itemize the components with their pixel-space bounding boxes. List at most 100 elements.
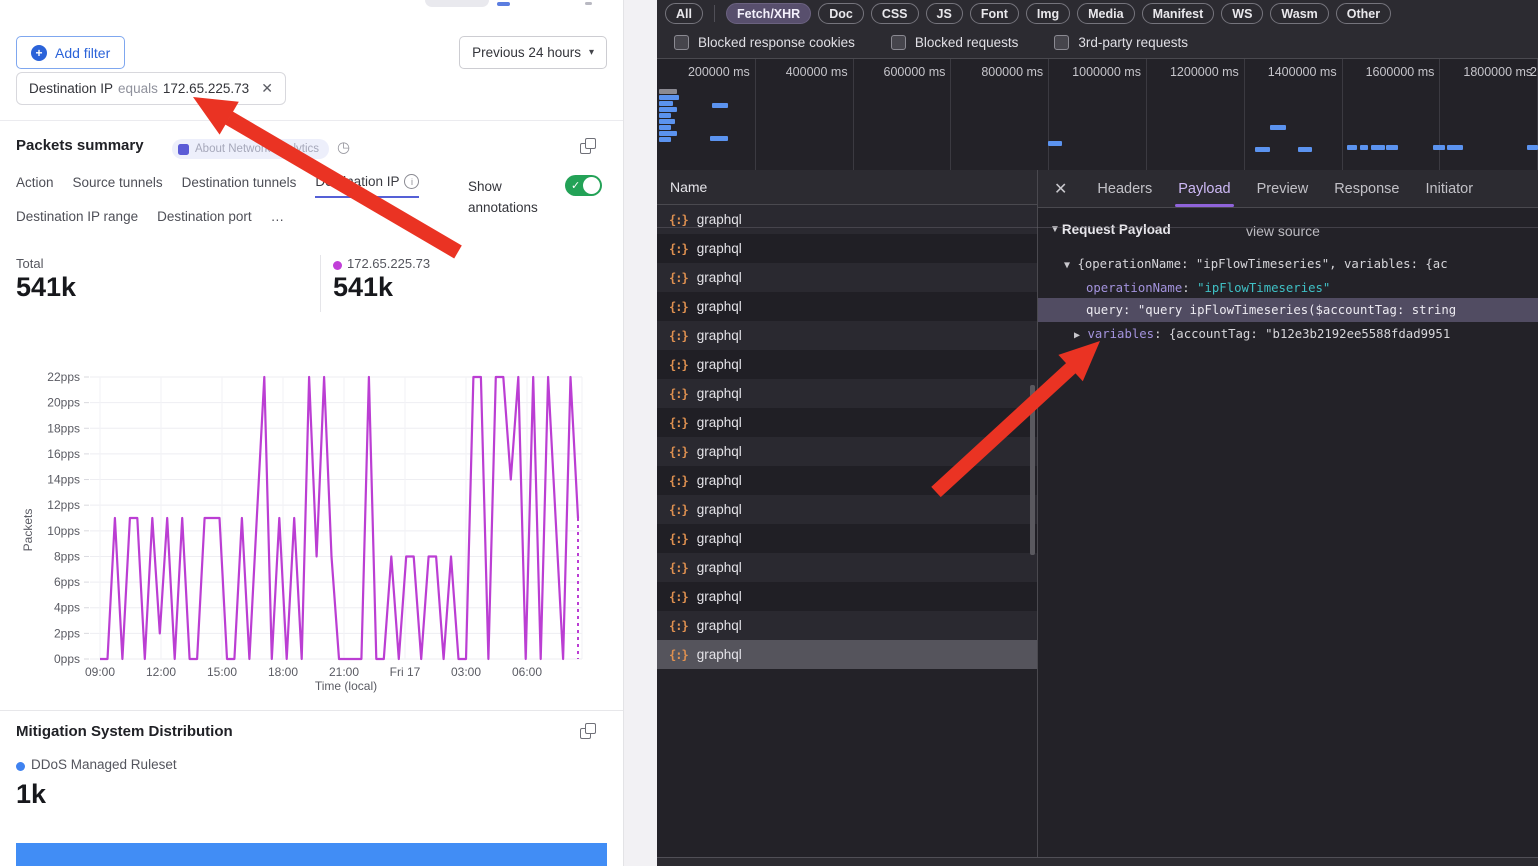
filter-pill-other[interactable]: Other <box>1336 3 1391 24</box>
mitigation-legend-label: DDoS Managed Ruleset <box>31 757 177 772</box>
detail-tab-initiator[interactable]: Initiator <box>1426 170 1474 207</box>
about-network-analytics-badge[interactable]: About Network Analytics <box>172 139 329 159</box>
svg-text:18pps: 18pps <box>47 421 80 435</box>
timeline-request-mark <box>1433 145 1445 150</box>
analytics-panel: All traffic + Add filter Previous 24 hou… <box>0 0 623 866</box>
network-overview-timeline[interactable]: 2 200000 ms400000 ms600000 ms800000 ms10… <box>657 59 1538 171</box>
stat-ip-label: 172.65.225.73 <box>347 256 430 271</box>
tab-action[interactable]: Action <box>16 174 54 198</box>
request-payload-section[interactable]: ▼Request Payload <box>1050 222 1171 237</box>
mitigation-legend-dot <box>16 762 25 771</box>
svg-text:22pps: 22pps <box>47 370 80 384</box>
checkbox-blocked-requests[interactable]: Blocked requests <box>891 35 1019 50</box>
remove-filter-icon[interactable]: ✕ <box>261 80 273 97</box>
json-braces-icon: {:} <box>669 590 688 604</box>
add-filter-label: Add filter <box>55 45 110 61</box>
request-row-graphql-1[interactable]: {:}graphql <box>657 234 1037 263</box>
filter-pill-fetch-xhr[interactable]: Fetch/XHR <box>726 3 811 24</box>
timeline-request-mark <box>1360 145 1368 150</box>
tab-destination-port[interactable]: Destination port <box>157 209 252 231</box>
request-row-graphql-5[interactable]: {:}graphql <box>657 350 1037 379</box>
request-row-graphql-4[interactable]: {:}graphql <box>657 321 1037 350</box>
request-list-header[interactable]: Name <box>657 170 1037 205</box>
svg-text:2pps: 2pps <box>54 626 80 640</box>
svg-text:10pps: 10pps <box>47 524 80 538</box>
filter-pill-all[interactable]: All <box>665 3 703 24</box>
json-braces-icon: {:} <box>669 532 688 546</box>
svg-text:12:00: 12:00 <box>146 665 176 679</box>
checkbox-3rd-party-requests[interactable]: 3rd-party requests <box>1054 35 1188 50</box>
filter-pill-ws[interactable]: WS <box>1221 3 1263 24</box>
filter-pill-font[interactable]: Font <box>970 3 1019 24</box>
divider <box>320 255 321 312</box>
request-row-graphql-12[interactable]: {:}graphql <box>657 553 1037 582</box>
request-row-graphql-14[interactable]: {:}graphql <box>657 611 1037 640</box>
filter-chip[interactable]: Destination IP equals 172.65.225.73 ✕ <box>16 72 286 105</box>
close-icon[interactable]: ✕ <box>1054 179 1067 199</box>
stat-total-value: 541k <box>16 272 76 303</box>
scrollbar-thumb[interactable] <box>1030 385 1035 555</box>
svg-text:21:00: 21:00 <box>329 665 359 679</box>
time-range-dropdown[interactable]: Previous 24 hours ▾ <box>459 36 607 69</box>
clock-icon: ◷ <box>337 138 350 156</box>
filter-pill-js[interactable]: JS <box>926 3 963 24</box>
json-braces-icon: {:} <box>669 648 688 662</box>
json-braces-icon: {:} <box>669 416 688 430</box>
expand-card-icon[interactable] <box>580 723 596 739</box>
request-rows: {:}graphql{:}graphql{:}graphql{:}graphql… <box>657 205 1037 669</box>
payload-variables-line[interactable]: ▶ variables: {accountTag: "b12e3b2192ee5… <box>1038 322 1538 346</box>
clipped-toolbar-tab <box>425 0 489 7</box>
json-braces-icon: {:} <box>669 329 688 343</box>
request-row-graphql-2[interactable]: {:}graphql <box>657 263 1037 292</box>
series-legend-dot <box>333 261 342 270</box>
request-row-graphql-10[interactable]: {:}graphql <box>657 495 1037 524</box>
timeline-request-mark <box>659 119 675 124</box>
checkbox-icon <box>891 35 906 50</box>
request-row-graphql-11[interactable]: {:}graphql <box>657 524 1037 553</box>
filter-pill-media[interactable]: Media <box>1077 3 1134 24</box>
payload-query-line[interactable]: query: "query ipFlowTimeseries($accountT… <box>1038 298 1538 322</box>
tab-destination-ip[interactable]: Destination IPi <box>315 174 419 198</box>
filter-pill-doc[interactable]: Doc <box>818 3 864 24</box>
request-row-graphql-15[interactable]: {:}graphql <box>657 640 1037 669</box>
request-row-graphql-8[interactable]: {:}graphql <box>657 437 1037 466</box>
screen: All traffic + Add filter Previous 24 hou… <box>0 0 1538 866</box>
show-annotations-toggle[interactable]: ✓ <box>565 175 602 196</box>
json-braces-icon: {:} <box>669 242 688 256</box>
json-braces-icon: {:} <box>669 300 688 314</box>
detail-tab-headers[interactable]: Headers <box>1097 170 1152 207</box>
filter-pill-css[interactable]: CSS <box>871 3 919 24</box>
plus-icon: + <box>31 45 47 61</box>
request-row-graphql-0[interactable]: {:}graphql <box>657 205 1037 234</box>
timeline-request-mark <box>1347 145 1357 150</box>
request-row-graphql-6[interactable]: {:}graphql <box>657 379 1037 408</box>
tab-source-tunnels[interactable]: Source tunnels <box>73 174 163 198</box>
checkbox-blocked-response-cookies[interactable]: Blocked response cookies <box>674 35 855 50</box>
filter-pill-img[interactable]: Img <box>1026 3 1070 24</box>
add-filter-button[interactable]: + Add filter <box>16 36 125 69</box>
svg-text:14pps: 14pps <box>47 473 80 487</box>
filter-pill-manifest[interactable]: Manifest <box>1142 3 1215 24</box>
request-list: Name {:}graphql{:}graphql{:}graphql{:}gr… <box>657 170 1038 857</box>
detail-tab-preview[interactable]: Preview <box>1257 170 1309 207</box>
tab-destination-tunnels[interactable]: Destination tunnels <box>182 174 297 198</box>
timeline-column: 1200000 ms <box>1146 59 1245 170</box>
expand-card-icon[interactable] <box>580 138 596 154</box>
detail-tab-payload[interactable]: Payload <box>1178 170 1230 207</box>
view-source-link[interactable]: view source <box>1246 223 1320 239</box>
devtools-panel: All Fetch/XHR Doc CSS JS Font Img Media Manifest… <box>657 0 1538 866</box>
request-row-graphql-7[interactable]: {:}graphql <box>657 408 1037 437</box>
time-range-label: Previous 24 hours <box>472 45 581 60</box>
request-row-graphql-13[interactable]: {:}graphql <box>657 582 1037 611</box>
tab-destination-ip-range[interactable]: Destination IP range <box>16 209 138 231</box>
request-row-graphql-9[interactable]: {:}graphql <box>657 466 1037 495</box>
payload-operationname-line[interactable]: operationName: "ipFlowTimeseries" <box>1038 276 1538 300</box>
request-row-graphql-3[interactable]: {:}graphql <box>657 292 1037 321</box>
filter-pill-wasm[interactable]: Wasm <box>1270 3 1328 24</box>
request-filter-checkboxes: Blocked response cookies Blocked requests… <box>657 27 1538 59</box>
payload-summary-line[interactable]: ▼ {operationName: "ipFlowTimeseries", va… <box>1038 252 1538 276</box>
checkbox-icon <box>1054 35 1069 50</box>
detail-tab-response[interactable]: Response <box>1334 170 1399 207</box>
dimension-tabs-row1: Action Source tunnels Destination tunnels D… <box>16 174 419 198</box>
tab-[interactable]: … <box>271 209 285 231</box>
